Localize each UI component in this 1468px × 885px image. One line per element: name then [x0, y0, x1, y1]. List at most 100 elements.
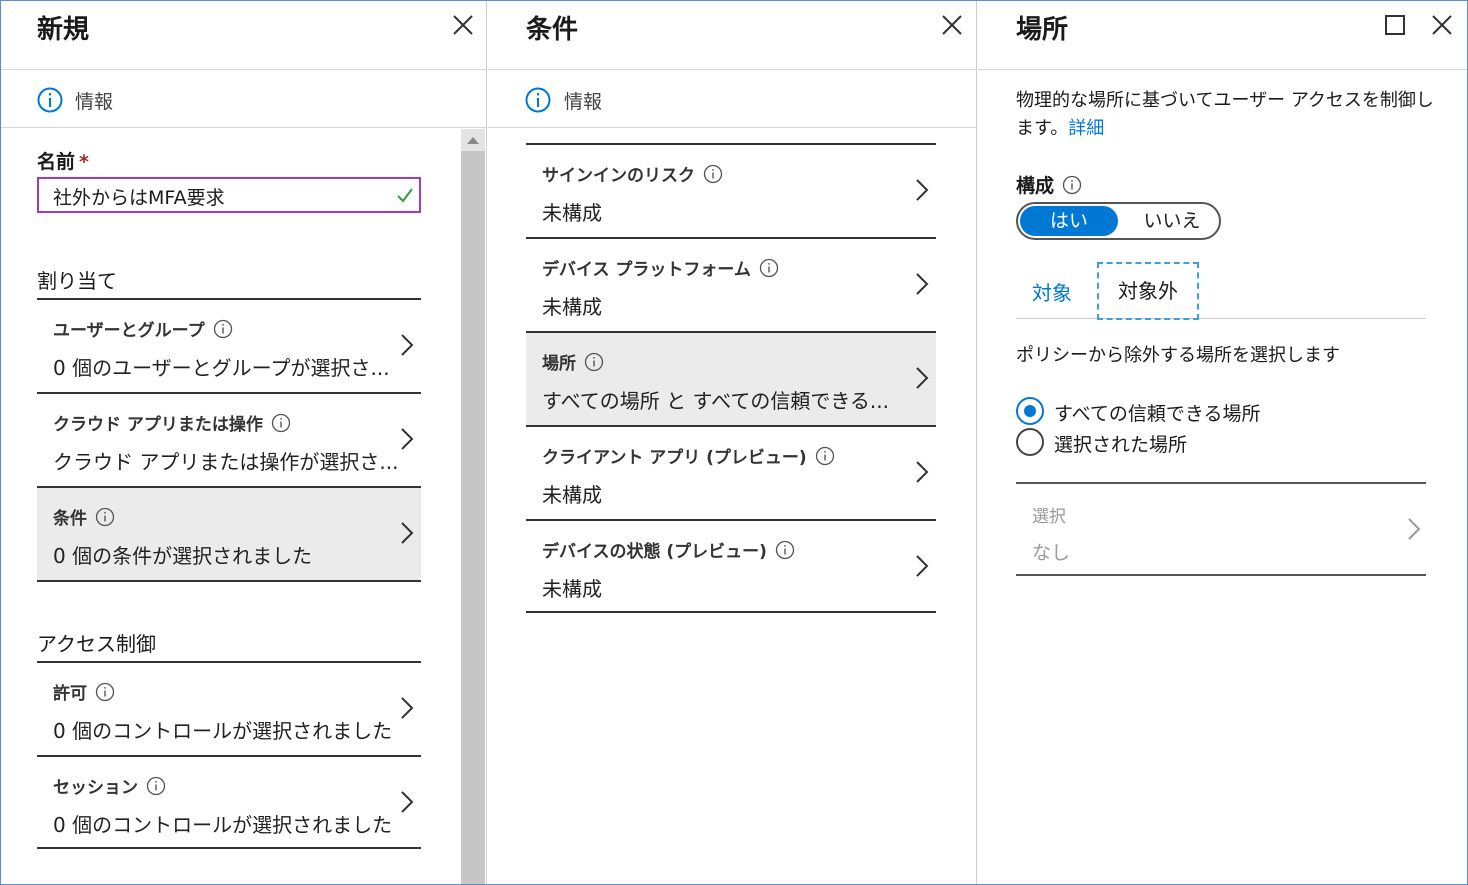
info-icon	[775, 540, 795, 560]
item-title-text: 条件	[53, 509, 87, 529]
info-bar[interactable]: 情報	[488, 71, 976, 128]
chevron-right-icon	[1408, 518, 1421, 540]
info-icon	[1062, 175, 1082, 195]
select-title: 選択	[1032, 507, 1066, 527]
new-policy-panel: 新規 情報 名前 * 社外からはMFA要求 割り当て ユーザーとグループ 0 個の…	[1, 1, 487, 884]
radio-all-trusted[interactable]	[1016, 397, 1044, 425]
include-exclude-tabs: 対象 対象外	[1016, 261, 1426, 320]
tab-include[interactable]: 対象	[1032, 277, 1072, 306]
item-title: クラウド アプリまたは操作	[53, 410, 291, 435]
conditions-item[interactable]: 条件 0 個の条件が選択されました	[37, 486, 421, 582]
item-value: 未構成	[542, 295, 602, 319]
item-title-text: デバイスの状態 (プレビュー)	[542, 542, 767, 562]
panel-title: 新規	[37, 15, 90, 45]
item-title: セッション	[53, 773, 166, 798]
configure-label-text: 構成	[1016, 175, 1055, 197]
check-icon	[397, 188, 413, 203]
item-title: サインインのリスク	[542, 161, 723, 186]
panel-header: 新規	[1, 1, 486, 70]
grant-item[interactable]: 許可 0 個のコントロールが選択されました	[37, 661, 421, 755]
item-title-text: クラウド アプリまたは操作	[53, 415, 263, 435]
chevron-right-icon	[916, 273, 929, 295]
details-link[interactable]: 詳細	[1068, 118, 1104, 139]
chevron-right-icon	[401, 522, 414, 544]
close-icon[interactable]	[1430, 13, 1454, 37]
item-title-text: ユーザーとグループ	[53, 321, 205, 341]
panel-title: 条件	[526, 15, 579, 45]
panel-header: 場所	[978, 1, 1467, 70]
device-state-item[interactable]: デバイスの状態 (プレビュー) 未構成	[526, 519, 936, 613]
maximize-icon[interactable]	[1385, 15, 1405, 35]
item-title: クライアント アプリ (プレビュー)	[542, 443, 835, 468]
locations-panel: 場所 物理的な場所に基づいてユーザー アクセスを制御します。詳細 構成 はい い…	[978, 1, 1467, 884]
chevron-right-icon	[401, 697, 414, 719]
info-label: 情報	[564, 91, 603, 113]
session-item[interactable]: セッション 0 個のコントロールが選択されました	[37, 755, 421, 849]
name-input[interactable]: 社外からはMFA要求	[37, 177, 421, 213]
item-value: 0 個のコントロールが選択されました	[53, 813, 393, 837]
select-value: なし	[1032, 542, 1071, 564]
item-title-text: 許可	[53, 684, 87, 704]
conditions-panel: 条件 情報 サインインのリスク 未構成 デバイス プラットフォーム 未構成 場所…	[488, 1, 977, 884]
name-input-value: 社外からはMFA要求	[53, 187, 225, 209]
info-icon	[703, 164, 723, 184]
chevron-right-icon	[401, 334, 414, 356]
name-label: 名前 *	[37, 147, 89, 174]
client-apps-item[interactable]: クライアント アプリ (プレビュー) 未構成	[526, 425, 936, 519]
item-value: 未構成	[542, 483, 602, 507]
toggle-yes[interactable]: はい	[1020, 206, 1118, 236]
item-title-text: セッション	[53, 778, 138, 798]
locations-description: 物理的な場所に基づいてユーザー アクセスを制御します。詳細	[1016, 87, 1436, 143]
radio-selected-locations[interactable]	[1016, 428, 1044, 456]
item-title-text: サインインのリスク	[542, 166, 695, 186]
item-value: 未構成	[542, 577, 602, 601]
required-mark: *	[79, 151, 89, 173]
close-icon[interactable]	[940, 13, 964, 37]
info-icon	[37, 87, 63, 113]
close-icon[interactable]	[451, 13, 475, 37]
cloud-apps-item[interactable]: クラウド アプリまたは操作 クラウド アプリまたは操作が選択さ...	[37, 392, 421, 486]
toggle-no[interactable]: いいえ	[1128, 206, 1216, 236]
info-icon	[146, 776, 166, 796]
tab-exclude[interactable]: 対象外	[1097, 262, 1199, 320]
radio-all-trusted-label[interactable]: すべての信頼できる場所	[1054, 399, 1261, 426]
item-title: デバイス プラットフォーム	[542, 255, 779, 280]
item-value: 0 個のユーザーとグループが選択さ...	[53, 356, 390, 380]
configure-toggle[interactable]: はい いいえ	[1016, 202, 1221, 240]
access-control-heading: アクセス制御	[37, 632, 156, 656]
item-title: 場所	[542, 349, 604, 374]
scrollbar[interactable]	[461, 129, 485, 884]
select-locations-item[interactable]: 選択 なし	[1016, 482, 1426, 576]
locations-item[interactable]: 場所 すべての場所 と すべての信頼できる...	[526, 331, 936, 425]
item-title: ユーザーとグループ	[53, 316, 233, 341]
info-icon	[213, 319, 232, 339]
info-icon	[271, 413, 291, 433]
info-bar[interactable]: 情報	[1, 71, 486, 128]
users-groups-item[interactable]: ユーザーとグループ 0 個のユーザーとグループが選択さ...	[37, 298, 421, 392]
panel-header: 条件	[488, 1, 976, 70]
item-value: クラウド アプリまたは操作が選択さ...	[53, 450, 399, 474]
info-label: 情報	[75, 91, 114, 113]
configure-label: 構成	[1016, 171, 1082, 198]
item-value: すべての場所 と すべての信頼できる...	[542, 389, 889, 413]
chevron-right-icon	[916, 367, 929, 389]
chevron-right-icon	[916, 179, 929, 201]
item-value: 0 個の条件が選択されました	[53, 544, 313, 568]
chevron-right-icon	[916, 461, 929, 483]
scrollbar-thumb[interactable]	[461, 151, 485, 884]
info-icon	[525, 87, 551, 113]
panel-title: 場所	[1016, 15, 1069, 45]
item-title: 条件	[53, 504, 115, 529]
scroll-up-arrow-icon[interactable]	[467, 137, 479, 144]
sign-in-risk-item[interactable]: サインインのリスク 未構成	[526, 143, 936, 237]
exclude-description: ポリシーから除外する場所を選択します	[1016, 345, 1340, 366]
item-title-text: クライアント アプリ (プレビュー)	[542, 448, 807, 468]
assignments-heading: 割り当て	[37, 269, 117, 293]
chevron-right-icon	[916, 555, 929, 577]
radio-selected-locations-label[interactable]: 選択された場所	[1054, 430, 1187, 457]
item-title: 許可	[53, 679, 115, 704]
device-platform-item[interactable]: デバイス プラットフォーム 未構成	[526, 237, 936, 331]
info-icon	[584, 352, 604, 372]
chevron-right-icon	[401, 791, 414, 813]
info-icon	[95, 507, 115, 527]
